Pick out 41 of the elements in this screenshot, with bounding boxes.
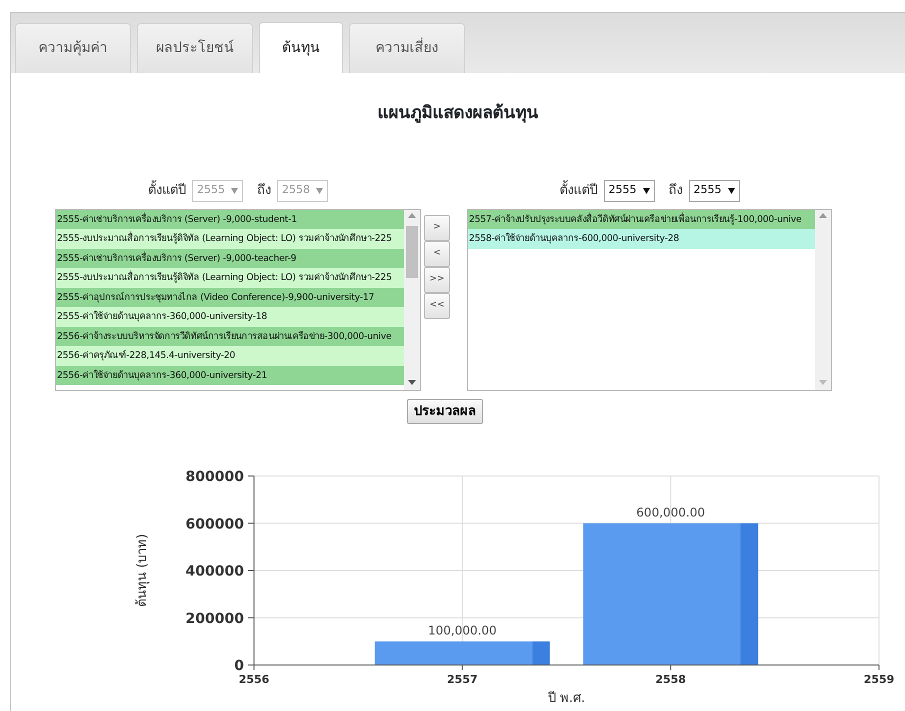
year-to-label: ถึง [257, 182, 271, 200]
x-tick-label: 2557 [447, 673, 478, 686]
data-label: 600,000.00 [636, 505, 706, 520]
caret-icon [316, 188, 323, 194]
scroll-up-icon[interactable] [819, 213, 827, 218]
scrollbar[interactable] [404, 210, 420, 390]
tab[interactable]: ความคุ้มค่า [15, 23, 131, 73]
caret-icon [728, 188, 734, 194]
move-button[interactable]: < [424, 240, 450, 266]
x-tick-label: 2556 [238, 673, 270, 686]
chart-title: แผนภูมิแสดงผลต้นทุน [376, 102, 540, 125]
y-tick-label: 600000 [186, 516, 244, 532]
x-tick-label: 2558 [655, 673, 686, 686]
year-to-label: ถึง [668, 182, 682, 200]
year-select[interactable]: 2555 [688, 180, 740, 202]
caret-icon [642, 188, 650, 194]
tab[interactable]: ผลประโยชน์ [137, 23, 253, 73]
tab[interactable]: ต้นทุน [259, 22, 343, 73]
year-select[interactable]: 2555 [604, 180, 654, 202]
list-item[interactable]: 2558-ค่าใช้จ่ายด้านบุคลากร-600,000-university-28 [468, 229, 815, 248]
move-button[interactable]: << [424, 292, 450, 318]
scroll-down-icon[interactable] [408, 380, 416, 386]
tab[interactable]: ความเสี่ยง [349, 23, 465, 73]
y-tick-label: 200000 [186, 610, 244, 627]
move-button[interactable]: >> [424, 266, 450, 292]
process-button[interactable]: ประมวลผล [407, 398, 483, 424]
x-tick-label: 2559 [864, 673, 894, 686]
y-axis-title: ต้นทุน (บาท) [135, 534, 150, 608]
year-from-label: ตั้งแต่ปี [148, 180, 186, 200]
data-label: 100,000.00 [428, 623, 497, 638]
caret-icon [231, 188, 238, 194]
move-button[interactable]: > [424, 214, 450, 240]
y-tick-label: 400000 [186, 564, 244, 580]
year-from-label: ตั้งแต่ปี [560, 180, 598, 200]
scroll-up-icon[interactable] [408, 213, 416, 218]
scrollbar-thumb[interactable] [406, 226, 418, 278]
scrollbar[interactable] [815, 210, 831, 390]
y-tick-label: 800000 [186, 469, 244, 485]
list-item[interactable]: 2557-ค่าจ้างปรับปรุงระบบคลังสื่อวีดิทัศน์ผ่านเครือข่ายเพื่อนการเรียนรู้-100,000-unive [468, 210, 815, 229]
x-axis-title: ปี พ.ศ. [548, 691, 586, 702]
y-tick-label: 0 [234, 658, 244, 674]
